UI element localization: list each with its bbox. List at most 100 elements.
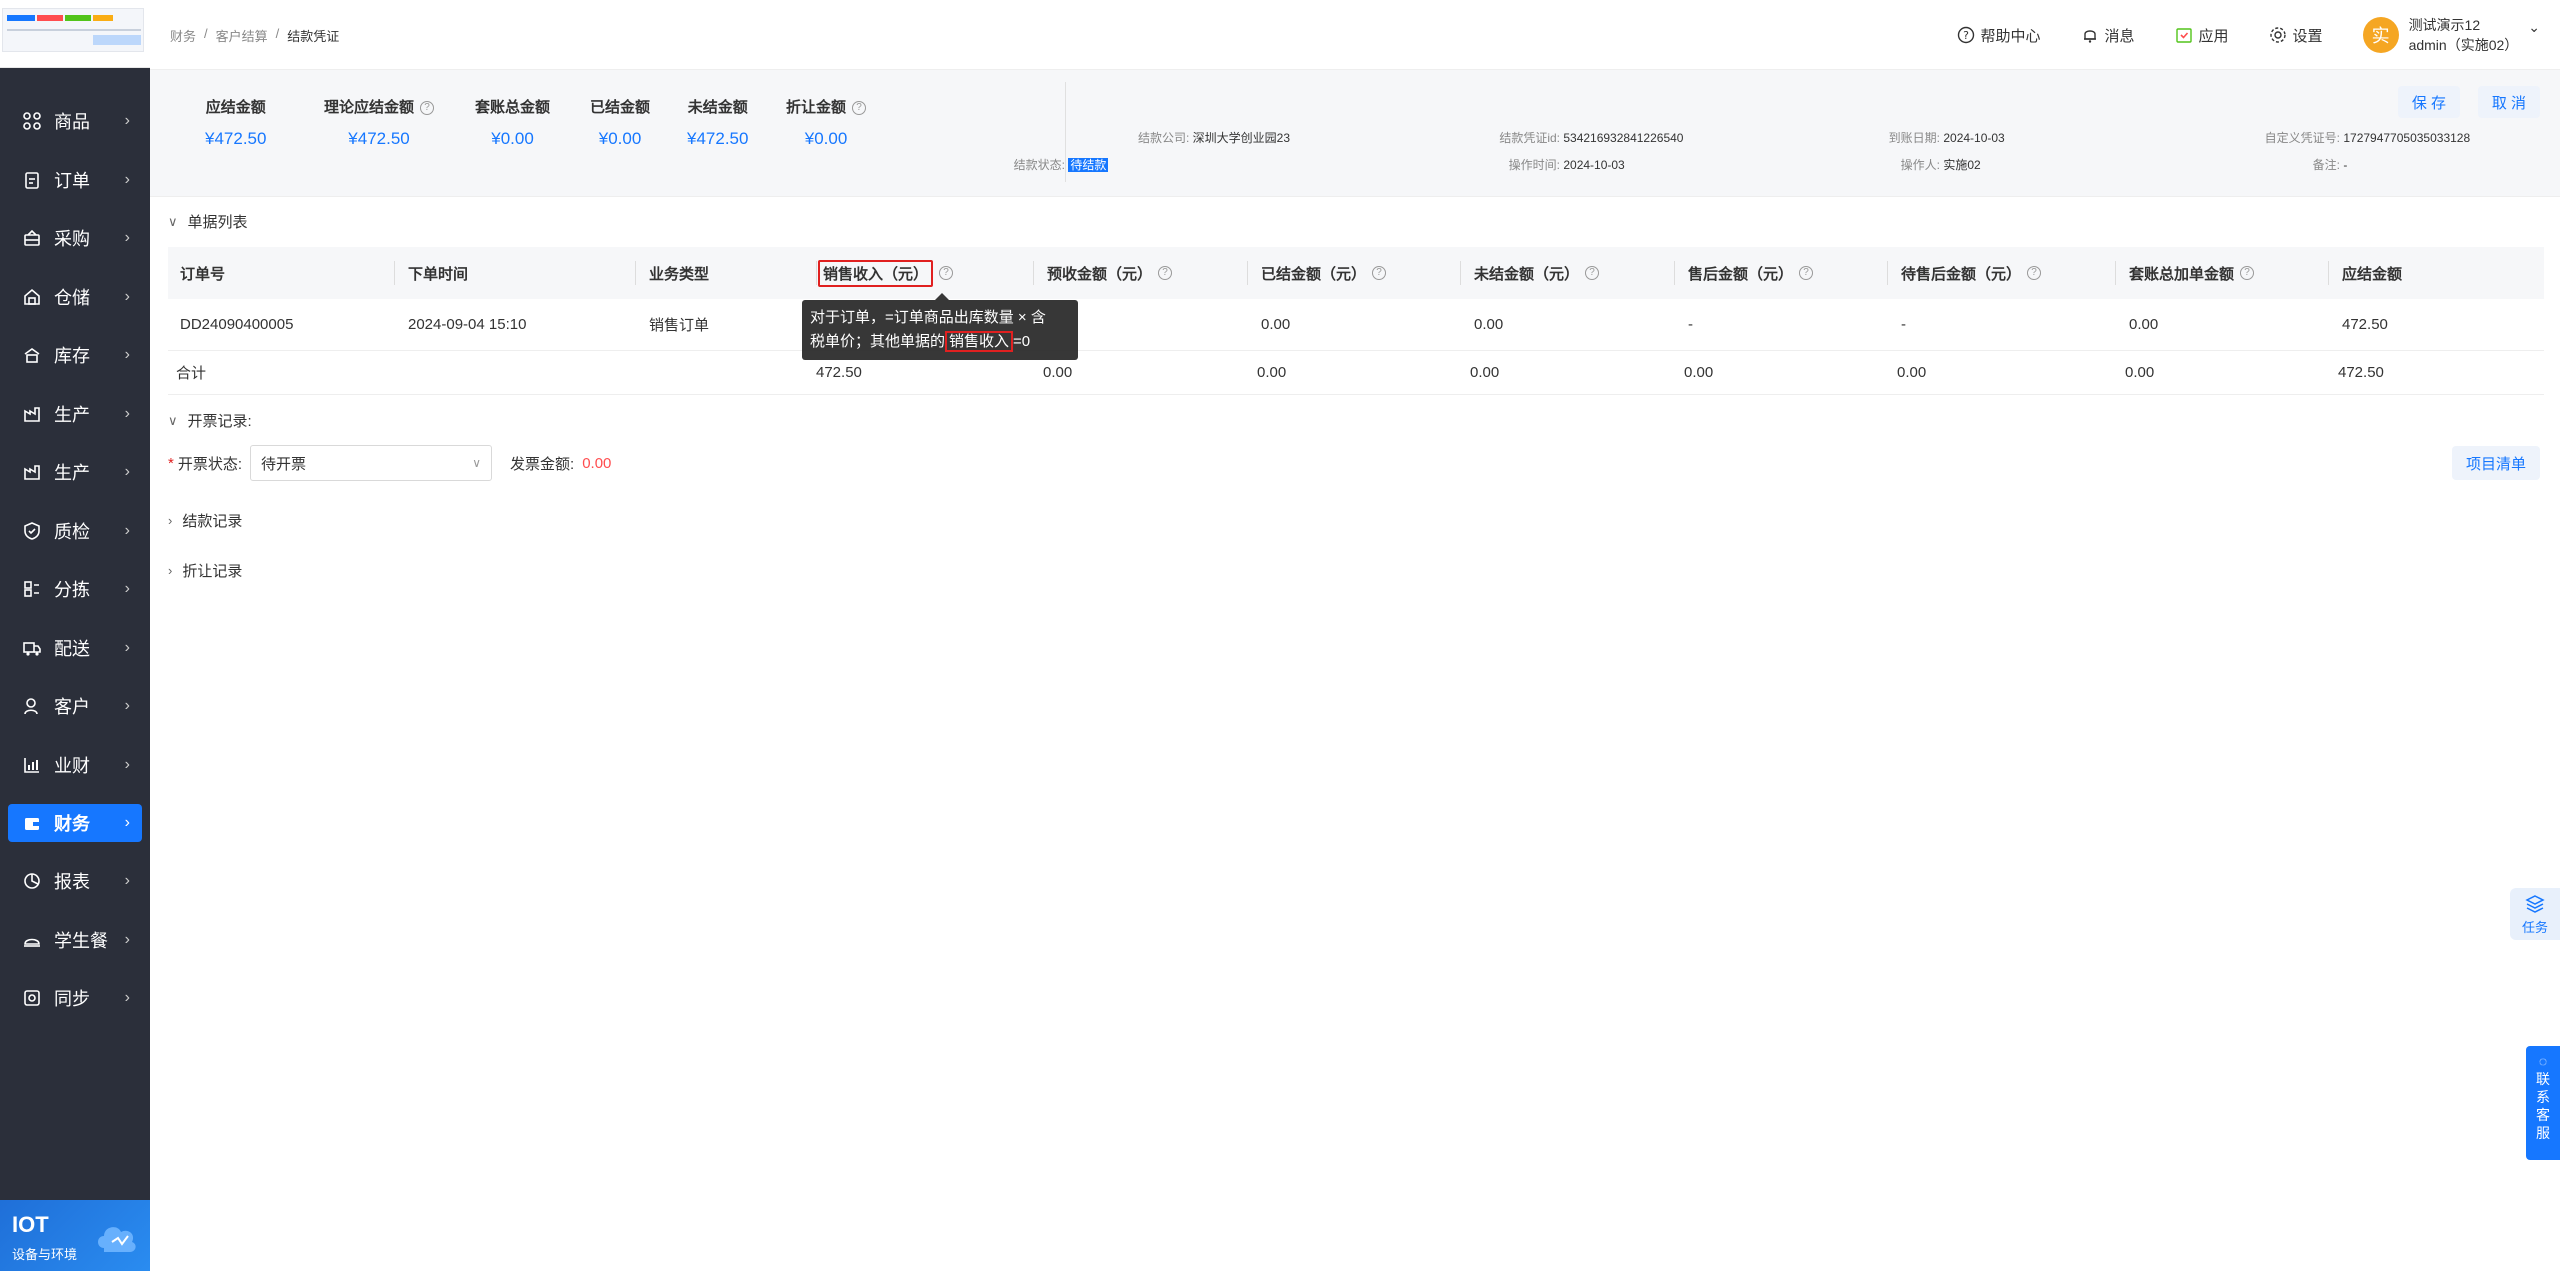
breadcrumb-item[interactable]: 财务 xyxy=(170,26,196,45)
section-settlement-records[interactable]: › 结款记录 xyxy=(168,510,242,531)
sidebar-item-goods[interactable]: 商品 › xyxy=(0,92,150,151)
sidebar-item-reports[interactable]: 报表 › xyxy=(0,852,150,911)
section-doc-list[interactable]: ∨ 单据列表 xyxy=(168,211,248,232)
sidebar-item-sync[interactable]: 同步 › xyxy=(0,969,150,1028)
section-discount-records[interactable]: › 折让记录 xyxy=(168,560,242,581)
header-actions: ? 帮助中心 消息 应用 设置 实 测试演示12 admin（实施02） ⌄ xyxy=(1957,0,2540,70)
info-arrive: 到账日期: 2024-10-03 xyxy=(1888,131,2005,145)
info-custom-no: 自定义凭证号: 1727947705035033128 xyxy=(2264,131,2471,145)
section-invoice[interactable]: ∨ 开票记录: xyxy=(168,410,252,431)
help-icon[interactable]: ? xyxy=(1372,266,1387,280)
sidebar-item-quality[interactable]: 质检 › xyxy=(0,502,150,561)
chevron-right-icon: › xyxy=(124,346,130,364)
help-icon[interactable]: ? xyxy=(939,266,954,280)
chevron-right-icon: › xyxy=(124,521,130,539)
col-order-no: 订单号 xyxy=(180,265,226,283)
task-float-button[interactable]: 任务 xyxy=(2510,888,2560,940)
help-icon[interactable]: ? xyxy=(2240,266,2255,280)
user-menu[interactable]: 实 测试演示12 admin（实施02） ⌄ xyxy=(2362,15,2540,55)
help-icon[interactable]: ? xyxy=(852,101,867,116)
sidebar-item-label: 采购 xyxy=(54,229,90,250)
col-settled: 已结金额（元）? xyxy=(1261,247,1387,299)
chevron-right-icon: › xyxy=(124,930,130,948)
sidebar-item-finance[interactable]: 财务 › xyxy=(8,804,142,842)
inventory-icon xyxy=(22,345,42,365)
contact-char: 服 xyxy=(2536,1125,2550,1141)
sidebar-item-label: 分拣 xyxy=(54,580,90,601)
breadcrumb-item[interactable]: 客户结算 xyxy=(216,26,268,45)
sidebar-item-label: 库存 xyxy=(54,346,90,367)
sidebar-item-customer[interactable]: 客户 › xyxy=(0,677,150,736)
sidebar-item-production-2[interactable]: 生产 › xyxy=(0,443,150,502)
messages-link[interactable]: 消息 xyxy=(2081,25,2135,46)
help-icon[interactable]: ? xyxy=(1799,266,1814,280)
chevron-right-icon: › xyxy=(124,755,130,773)
total-pending-aftersale: 0.00 xyxy=(1897,364,1927,381)
chevron-right-icon: › xyxy=(124,170,130,188)
col-unsettled: 未结金额（元）? xyxy=(1474,247,1600,299)
sidebar-item-label: 业财 xyxy=(54,755,90,776)
chevron-right-icon: › xyxy=(168,563,173,578)
metric-unsettled: 未结金额 ¥472.50 xyxy=(687,99,749,148)
help-icon[interactable]: ? xyxy=(1158,266,1173,280)
sidebar-item-orders[interactable]: 订单 › xyxy=(0,151,150,210)
factory-icon xyxy=(22,404,42,424)
info-status: 结款状态: 待结款 xyxy=(1013,158,1109,172)
sidebar: 商品 › 订单 › 采购 › 仓储 › 库存 › 生产 › 生产 › 质检 › 分拣 › 配送 › … xyxy=(0,0,150,1271)
sidebar-item-production[interactable]: 生产 › xyxy=(0,385,150,444)
chevron-right-icon: › xyxy=(124,229,130,247)
save-button[interactable]: 保 存 xyxy=(2397,86,2460,118)
avatar: 实 xyxy=(2362,17,2399,53)
logo-thumbnail xyxy=(2,8,144,52)
iot-banner[interactable]: IOT 设备与环境 xyxy=(0,1200,150,1271)
invoice-status-select[interactable]: 待开票 ∨ xyxy=(250,445,493,481)
sidebar-item-delivery[interactable]: 配送 › xyxy=(0,619,150,678)
wallet-icon xyxy=(22,813,42,833)
cancel-button[interactable]: 取 消 xyxy=(2477,86,2540,118)
total-aftersale: 0.00 xyxy=(1684,364,1714,381)
sidebar-item-label: 配送 xyxy=(54,638,90,659)
sort-icon xyxy=(22,579,42,599)
chevron-right-icon: › xyxy=(124,989,130,1007)
sidebar-item-business-finance[interactable]: 业财 › xyxy=(0,736,150,795)
sidebar-item-inventory[interactable]: 库存 › xyxy=(0,326,150,385)
chevron-down-icon: ∨ xyxy=(472,456,482,470)
cell-pending-aftersale: - xyxy=(1901,316,1906,333)
chevron-right-icon: › xyxy=(168,513,173,528)
total-unsettled: 0.00 xyxy=(1470,364,1500,381)
section-title: 开票记录: xyxy=(187,413,252,430)
col-order-time: 下单时间 xyxy=(408,265,469,283)
help-icon[interactable]: ? xyxy=(420,101,435,116)
chevron-right-icon: › xyxy=(124,638,130,656)
breadcrumb: 财务 / 客户结算 / 结款凭证 xyxy=(170,26,340,45)
apps-link[interactable]: 应用 xyxy=(2175,25,2229,46)
section-title: 折让记录 xyxy=(182,563,243,580)
cell-order-no[interactable]: DD24090400005 xyxy=(180,299,293,350)
cloud-icon xyxy=(98,1227,136,1252)
sidebar-item-warehouse[interactable]: 仓储 › xyxy=(0,268,150,327)
info-optime: 操作时间: 2024-10-03 xyxy=(1508,158,1625,172)
help-icon[interactable]: ? xyxy=(1585,266,1600,280)
gear-icon xyxy=(2269,27,2286,43)
table-header: 订单号 下单时间 业务类型 销售收入（元）? 预收金额（元）? 已结金额（元）?… xyxy=(168,247,2544,299)
invoice-form: * 开票状态: 待开票 ∨ 发票金额: 0.00 xyxy=(168,445,611,481)
sidebar-item-sorting[interactable]: 分拣 › xyxy=(0,560,150,619)
metric-settled: 已结金额 ¥0.00 xyxy=(590,99,651,148)
contact-char: 联 xyxy=(2536,1071,2550,1087)
help-icon[interactable]: ? xyxy=(2027,266,2042,280)
sidebar-nav: 商品 › 订单 › 采购 › 仓储 › 库存 › 生产 › 生产 › 质检 › 分拣 › 配送 › … xyxy=(0,92,150,1028)
settings-link[interactable]: 设置 xyxy=(2269,25,2323,46)
sidebar-item-label: 生产 xyxy=(54,404,90,425)
contact-service-button[interactable]: ◌ 联 系 客 服 xyxy=(2526,1046,2560,1160)
sidebar-item-purchase[interactable]: 采购 › xyxy=(0,209,150,268)
sidebar-item-label: 报表 xyxy=(54,872,90,893)
help-center-link[interactable]: ? 帮助中心 xyxy=(1957,25,2041,46)
shield-icon xyxy=(22,521,42,541)
warehouse-icon xyxy=(22,287,42,307)
chevron-down-icon: ⌄ xyxy=(2528,18,2540,35)
col-sales-revenue[interactable]: 销售收入（元）? xyxy=(818,247,954,299)
project-list-button[interactable]: 项目清单 xyxy=(2451,446,2540,480)
info-operator: 操作人: 实施02 xyxy=(1900,158,1981,172)
contact-char: 系 xyxy=(2536,1089,2550,1105)
sidebar-item-student-meal[interactable]: 学生餐 › xyxy=(0,911,150,970)
